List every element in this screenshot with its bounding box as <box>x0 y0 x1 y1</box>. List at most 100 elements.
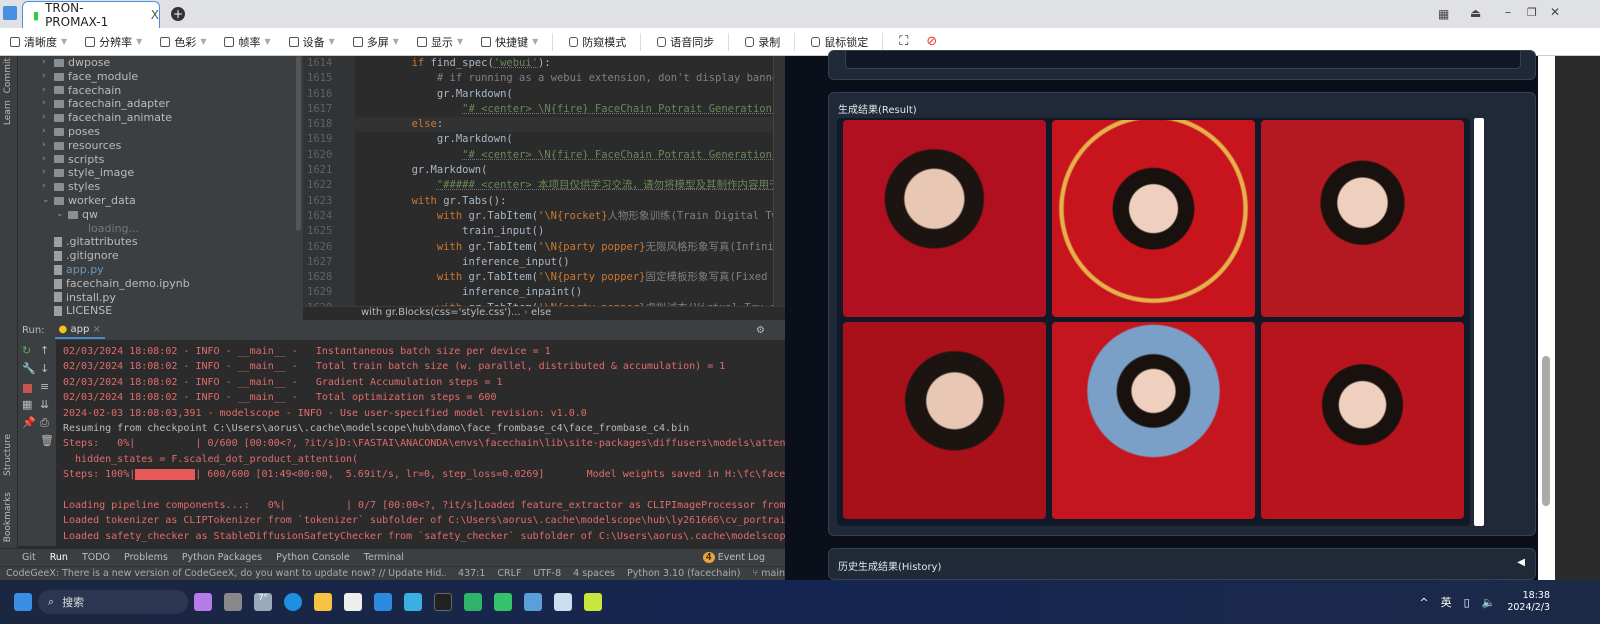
chevron-icon[interactable]: › <box>42 125 54 139</box>
tool-tab-terminal[interactable]: Terminal <box>364 552 404 563</box>
remote-session-tab[interactable]: ▮ TRON-PROMAX-1 X <box>22 1 160 29</box>
scroll-thumb[interactable] <box>1542 356 1550 506</box>
scroll-down-icon[interactable]: ↓ <box>40 362 49 375</box>
toolbar-menu-5[interactable]: 多屏 ▼ <box>352 34 399 50</box>
chevron-icon[interactable]: › <box>42 166 54 180</box>
learn-tool-tab[interactable]: Learn <box>3 100 13 125</box>
mail-icon[interactable] <box>374 593 392 611</box>
tree-item[interactable]: LICENSE <box>18 304 303 318</box>
chevron-icon[interactable]: › <box>42 111 54 125</box>
rerun-icon[interactable]: ↻ <box>22 344 31 357</box>
tree-item[interactable]: .gitignore <box>18 249 303 263</box>
store-icon[interactable] <box>344 593 362 611</box>
terminal-icon[interactable] <box>434 593 452 611</box>
copilot-icon[interactable] <box>194 593 212 611</box>
tree-item[interactable]: install.py <box>18 291 303 305</box>
toolbar-menu-3[interactable]: 帧率 ▼ <box>224 34 271 50</box>
git-branch[interactable]: ⑂ main <box>753 568 785 579</box>
chevron-icon[interactable]: › <box>42 97 54 111</box>
stop-icon[interactable] <box>23 384 32 393</box>
monitor-app-icon[interactable] <box>554 593 572 611</box>
app-icon[interactable] <box>464 593 482 611</box>
caret-position[interactable]: 437:1 <box>458 568 485 579</box>
fullscreen-icon[interactable]: ⛶ <box>899 34 908 49</box>
commit-tool-tab[interactable]: Commit <box>3 58 13 93</box>
network-icon[interactable]: ▯ <box>1464 596 1470 609</box>
pycharm-icon[interactable] <box>584 593 602 611</box>
bookmarks-tool-tab[interactable]: Bookmarks <box>3 492 13 542</box>
toolbar-action-2[interactable]: 录制 <box>745 34 780 50</box>
weather-icon[interactable]: 7° <box>254 593 272 611</box>
toolbar-menu-7[interactable]: 快捷键 ▼ <box>481 34 538 50</box>
toolbar-action-0[interactable]: 防窥模式 <box>569 34 626 50</box>
scroll-up-icon[interactable]: ↑ <box>40 344 49 357</box>
scroll-end-icon[interactable]: ⇊ <box>40 398 49 411</box>
gallery-image[interactable] <box>843 322 1046 519</box>
tree-item[interactable]: › scripts <box>18 153 303 167</box>
gallery-image[interactable] <box>1261 322 1464 519</box>
trash-icon[interactable]: 🗑 <box>40 434 54 447</box>
wrench-icon[interactable]: 🔧 <box>22 362 36 375</box>
collapse-arrow-icon[interactable]: ◀ <box>1517 557 1525 568</box>
volume-icon[interactable]: 🔈 <box>1482 596 1496 609</box>
gallery-image[interactable] <box>1052 322 1255 519</box>
python-interpreter[interactable]: Python 3.10 (facechain) <box>627 568 741 579</box>
gallery-scrollbar[interactable] <box>1474 118 1484 526</box>
add-tab-icon[interactable]: + <box>171 7 185 21</box>
remote-desktop-icon[interactable] <box>524 593 542 611</box>
clock[interactable]: 18:38 2024/2/3 <box>1507 590 1550 614</box>
edge-icon[interactable] <box>284 593 302 611</box>
tree-scrollbar[interactable] <box>296 56 301 231</box>
chevron-icon[interactable]: › <box>42 139 54 153</box>
toolbar-menu-2[interactable]: 色彩 ▼ <box>160 34 206 50</box>
tree-item[interactable]: › face_module <box>18 70 303 84</box>
breadcrumb-item[interactable]: with gr.Blocks(css='style.css')... <box>361 307 521 318</box>
tool-tab-python-console[interactable]: Python Console <box>276 552 350 563</box>
file-encoding[interactable]: UTF-8 <box>533 568 561 579</box>
tool-tab-git[interactable]: Git <box>22 552 36 563</box>
structure-tool-tab[interactable]: Structure <box>3 434 13 476</box>
code-editor[interactable]: 1614 if find_spec('webui'): 1615 # if run… <box>303 56 785 306</box>
toolbar-menu-4[interactable]: 设备 ▼ <box>288 34 335 50</box>
tool-tab-run[interactable]: Run <box>50 552 68 563</box>
gallery-image[interactable] <box>1052 120 1255 317</box>
disconnect-icon[interactable]: ⊘ <box>926 34 937 49</box>
close-window-icon[interactable]: ✕ <box>1550 5 1560 19</box>
app-icon[interactable] <box>404 593 422 611</box>
chevron-icon[interactable]: ⌄ <box>42 194 54 208</box>
chevron-icon[interactable]: ⌄ <box>56 208 68 222</box>
browser-scrollbar[interactable] <box>1538 56 1555 580</box>
indent-setting[interactable]: 4 spaces <box>573 568 615 579</box>
run-tab-app[interactable]: ● app × <box>54 322 105 339</box>
breadcrumb-item[interactable]: else <box>531 307 551 318</box>
close-tab-button[interactable]: X <box>151 8 159 22</box>
taskbar-search[interactable]: ⌕ 搜索 <box>38 590 188 614</box>
textarea[interactable] <box>845 51 1521 69</box>
tree-item[interactable]: › poses <box>18 125 303 139</box>
chevron-icon[interactable]: › <box>42 70 54 84</box>
task-view-icon[interactable] <box>224 593 242 611</box>
history-accordion[interactable]: 历史生成结果(History) ◀ <box>828 548 1536 580</box>
toolbar-menu-0[interactable]: 清晰度 ▼ <box>10 34 67 50</box>
chevron-icon[interactable]: › <box>42 180 54 194</box>
gear-icon[interactable]: ⚙ <box>756 325 765 336</box>
tree-item[interactable]: ⌄ worker_data <box>18 194 303 208</box>
chevron-icon[interactable]: › <box>42 84 54 98</box>
toolbar-action-3[interactable]: 鼠标锁定 <box>811 34 868 50</box>
tree-item[interactable]: › resources <box>18 139 303 153</box>
run-console-output[interactable]: 02/03/2024 18:08:02 - INFO - __main__ - … <box>56 340 785 546</box>
eject-icon[interactable]: ⏏ <box>1470 6 1481 20</box>
layout-icon[interactable]: ▦ <box>22 398 32 411</box>
tree-item[interactable]: app.py <box>18 263 303 277</box>
monitor-icon[interactable] <box>3 6 17 20</box>
line-separator[interactable]: CRLF <box>497 568 521 579</box>
tree-item[interactable]: loading... <box>18 222 303 236</box>
status-message[interactable]: CodeGeeX: There is a new version of Code… <box>6 568 446 579</box>
play-store-icon[interactable] <box>494 593 512 611</box>
pin-icon[interactable]: 📌 <box>22 416 36 429</box>
toolbar-menu-6[interactable]: 显示 ▼ <box>416 34 463 50</box>
tree-item[interactable]: .gitattributes <box>18 235 303 249</box>
start-icon[interactable] <box>14 593 32 611</box>
chevron-icon[interactable]: › <box>42 153 54 167</box>
tool-tab-python-packages[interactable]: Python Packages <box>182 552 262 563</box>
